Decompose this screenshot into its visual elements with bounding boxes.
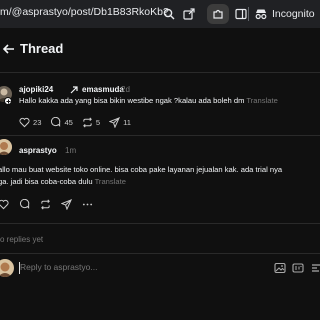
like-button[interactable]: 23	[19, 117, 41, 128]
like-button[interactable]	[0, 199, 9, 210]
gif-icon[interactable]	[292, 262, 304, 274]
share-count: 11	[123, 118, 132, 127]
repost-count: 5	[95, 118, 101, 127]
post-actions: 23 45 5 11	[19, 117, 140, 128]
more-button[interactable]	[82, 199, 93, 210]
translate-link[interactable]: Translate	[95, 177, 126, 186]
share-icon[interactable]	[180, 5, 198, 23]
post-body-line-1: allo mau buat website toko online. bisa …	[0, 165, 283, 174]
post-text: Hallo kakka ada yang bisa bikin westibe …	[19, 96, 245, 105]
post-username[interactable]: asprastyo	[19, 146, 57, 155]
reply-arrow-icon	[70, 86, 78, 94]
comment-count: 45	[64, 118, 73, 127]
mention-username[interactable]: emasmuda	[82, 85, 124, 94]
send-icon	[61, 199, 72, 210]
thread-header: Thread	[0, 28, 320, 72]
incognito-icon	[255, 9, 267, 20]
extension-button[interactable]	[207, 4, 229, 24]
browser-toolbar: m/@asprastyo/post/Db1B83RkoKb?... Incogn…	[0, 0, 320, 28]
repost-icon	[83, 117, 92, 128]
comment-icon	[51, 117, 61, 127]
post-body: Hallo kakka ada yang bisa bikin westibe …	[19, 95, 278, 107]
comment-button[interactable]	[19, 199, 30, 210]
incognito-indicator[interactable]: Incognito	[254, 4, 315, 24]
post-time: 1m	[65, 146, 77, 155]
address-bar[interactable]: m/@asprastyo/post/Db1B83RkoKb?...	[0, 6, 170, 18]
follow-plus-icon[interactable]	[4, 97, 12, 105]
post-username[interactable]: ajopiki24	[19, 85, 53, 94]
like-count: 23	[33, 118, 42, 127]
heart-icon	[0, 199, 9, 210]
back-arrow-icon[interactable]	[2, 42, 16, 56]
puzzle-icon	[213, 9, 223, 19]
reply-input[interactable]	[20, 262, 180, 272]
header-divider	[0, 72, 320, 73]
image-icon[interactable]	[274, 262, 286, 274]
poll-icon[interactable]	[310, 262, 320, 274]
toolbar-separator	[248, 7, 249, 21]
post-actions	[0, 199, 102, 210]
comment-button[interactable]: 45	[50, 117, 73, 128]
repost-button[interactable]: 5	[82, 117, 100, 128]
post-divider	[0, 135, 320, 136]
share-button[interactable]	[61, 199, 72, 210]
repost-icon	[41, 199, 50, 210]
comment-icon	[20, 199, 30, 209]
no-replies-text: o replies yet	[0, 235, 44, 244]
heart-icon	[19, 117, 30, 128]
share-button[interactable]: 11	[109, 117, 131, 128]
avatar[interactable]	[0, 139, 12, 155]
post-body-line-2: ga. jadi bisa coba-coba dulu Translate	[0, 176, 126, 188]
more-icon	[82, 203, 93, 206]
send-icon	[109, 117, 121, 128]
post-time: 2d	[121, 85, 130, 94]
translate-link[interactable]: Translate	[246, 96, 277, 105]
post-text: ga. jadi bisa coba-coba dulu	[0, 177, 93, 186]
reply-composer	[0, 253, 320, 285]
search-icon[interactable]	[160, 5, 178, 23]
post-divider	[0, 223, 320, 224]
page-title: Thread	[20, 41, 64, 56]
avatar	[0, 259, 14, 277]
incognito-label: Incognito	[272, 8, 315, 20]
repost-button[interactable]	[40, 199, 51, 210]
